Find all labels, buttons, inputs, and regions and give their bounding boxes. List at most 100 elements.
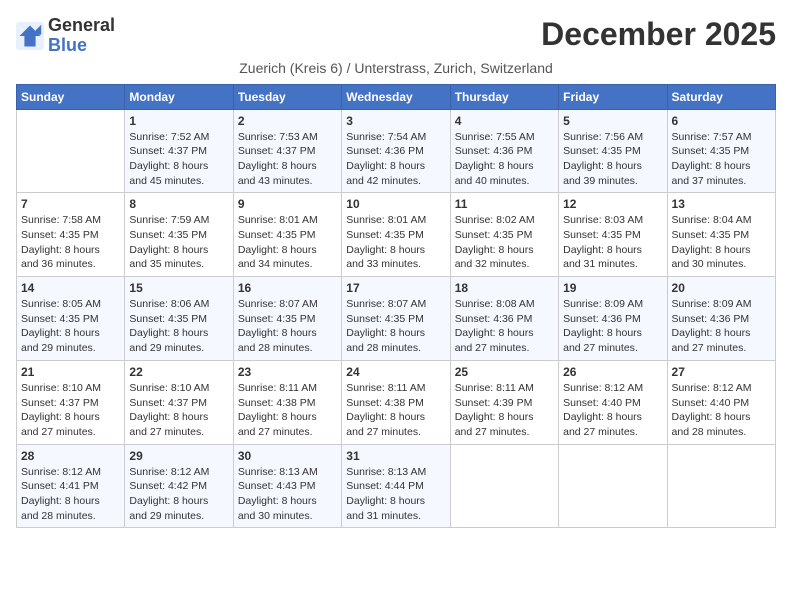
day-info-line: and 33 minutes. (346, 258, 421, 270)
day-info: Sunrise: 7:56 AMSunset: 4:35 PMDaylight:… (563, 130, 662, 189)
day-info: Sunrise: 8:09 AMSunset: 4:36 PMDaylight:… (672, 297, 771, 356)
day-number: 23 (238, 365, 337, 379)
logo-text: General Blue (48, 16, 115, 56)
calendar-cell (559, 444, 667, 528)
day-number: 6 (672, 114, 771, 128)
calendar-cell: 10Sunrise: 8:01 AMSunset: 4:35 PMDayligh… (342, 193, 450, 277)
week-row-4: 21Sunrise: 8:10 AMSunset: 4:37 PMDayligh… (17, 360, 776, 444)
day-number: 10 (346, 197, 445, 211)
day-info-line: Daylight: 8 hours (238, 495, 317, 507)
day-info: Sunrise: 8:09 AMSunset: 4:36 PMDaylight:… (563, 297, 662, 356)
day-info-line: Daylight: 8 hours (238, 160, 317, 172)
calendar-title: December 2025 (541, 16, 776, 53)
day-info-line: Sunrise: 8:12 AM (21, 466, 101, 478)
day-number: 25 (455, 365, 554, 379)
day-info-line: Sunrise: 8:08 AM (455, 298, 535, 310)
day-info-line: Daylight: 8 hours (563, 327, 642, 339)
day-info-line: Sunrise: 8:09 AM (672, 298, 752, 310)
day-info-line: and 28 minutes. (21, 510, 96, 522)
day-number: 8 (129, 197, 228, 211)
header: General Blue December 2025 (16, 16, 776, 56)
day-info-line: and 30 minutes. (238, 510, 313, 522)
day-info-line: Sunrise: 7:55 AM (455, 131, 535, 143)
day-info-line: and 27 minutes. (129, 426, 204, 438)
day-number: 31 (346, 449, 445, 463)
calendar-cell: 9Sunrise: 8:01 AMSunset: 4:35 PMDaylight… (233, 193, 341, 277)
day-info-line: Sunset: 4:41 PM (21, 480, 99, 492)
day-info: Sunrise: 8:11 AMSunset: 4:38 PMDaylight:… (346, 381, 445, 440)
day-number: 16 (238, 281, 337, 295)
calendar-cell: 7Sunrise: 7:58 AMSunset: 4:35 PMDaylight… (17, 193, 125, 277)
day-info-line: Sunset: 4:36 PM (563, 313, 641, 325)
day-number: 29 (129, 449, 228, 463)
calendar-cell: 31 Sunrise: 8:13 AMSunset: 4:44 PMDayligh… (342, 444, 450, 528)
day-number: 1 (129, 114, 228, 128)
day-number: 18 (455, 281, 554, 295)
day-info: Sunrise: 8:02 AMSunset: 4:35 PMDaylight:… (455, 213, 554, 272)
day-info-line: Sunrise: 7:56 AM (563, 131, 643, 143)
day-info-line: Sunrise: 8:03 AM (563, 214, 643, 226)
day-info-line: Sunrise: 8:01 AM (346, 214, 426, 226)
day-info: Sunrise: 8:11 AMSunset: 4:38 PMDaylight:… (238, 381, 337, 440)
day-info-line: and 27 minutes. (238, 426, 313, 438)
day-info-line: Daylight: 8 hours (455, 327, 534, 339)
day-info: Sunrise: 8:12 AMSunset: 4:42 PMDaylight:… (129, 465, 228, 524)
day-info: Sunrise: 8:07 AMSunset: 4:35 PMDaylight:… (238, 297, 337, 356)
day-info-line: and 28 minutes. (672, 426, 747, 438)
day-info-line: Sunrise: 8:12 AM (672, 382, 752, 394)
calendar-cell: 12Sunrise: 8:03 AMSunset: 4:35 PMDayligh… (559, 193, 667, 277)
day-info: Sunrise: 8:06 AMSunset: 4:35 PMDaylight:… (129, 297, 228, 356)
day-info-line: Sunrise: 8:13 AM (238, 466, 318, 478)
day-info: Sunrise: 7:58 AMSunset: 4:35 PMDaylight:… (21, 213, 120, 272)
day-info-line: Sunrise: 7:59 AM (129, 214, 209, 226)
day-info-line: Daylight: 8 hours (346, 411, 425, 423)
day-info-line: Daylight: 8 hours (21, 327, 100, 339)
day-number: 2 (238, 114, 337, 128)
day-info-line: Sunset: 4:35 PM (672, 229, 750, 241)
day-info-line: Daylight: 8 hours (672, 411, 751, 423)
day-info-line: Daylight: 8 hours (455, 160, 534, 172)
day-info-line: Daylight: 8 hours (129, 495, 208, 507)
day-info-line: Daylight: 8 hours (129, 327, 208, 339)
calendar-cell: 17Sunrise: 8:07 AMSunset: 4:35 PMDayligh… (342, 277, 450, 361)
calendar-cell: 19Sunrise: 8:09 AMSunset: 4:36 PMDayligh… (559, 277, 667, 361)
day-info: Sunrise: 8:13 AMSunset: 4:44 PMDaylight:… (346, 465, 445, 524)
day-info-line: and 27 minutes. (346, 426, 421, 438)
day-info-line: Sunrise: 7:57 AM (672, 131, 752, 143)
day-info: Sunrise: 8:07 AMSunset: 4:35 PMDaylight:… (346, 297, 445, 356)
day-info: Sunrise: 7:57 AMSunset: 4:35 PMDaylight:… (672, 130, 771, 189)
day-info-line: Sunrise: 8:01 AM (238, 214, 318, 226)
day-info-line: Sunset: 4:35 PM (238, 313, 316, 325)
day-info-line: Sunset: 4:40 PM (672, 397, 750, 409)
day-info-line: Sunset: 4:36 PM (455, 145, 533, 157)
day-info-line: Sunrise: 7:52 AM (129, 131, 209, 143)
day-number: 30 (238, 449, 337, 463)
day-number: 4 (455, 114, 554, 128)
day-number: 27 (672, 365, 771, 379)
day-info-line: and 31 minutes. (346, 510, 421, 522)
calendar-cell: 18 Sunrise: 8:08 AMSunset: 4:36 PMDayligh… (450, 277, 558, 361)
weekday-header-wednesday: Wednesday (342, 84, 450, 109)
day-info-line: Sunset: 4:35 PM (346, 229, 424, 241)
logo-icon (16, 22, 44, 50)
day-info-line: and 29 minutes. (129, 342, 204, 354)
day-info-line: Daylight: 8 hours (238, 411, 317, 423)
day-info: Sunrise: 8:08 AMSunset: 4:36 PMDaylight:… (455, 297, 554, 356)
weekday-header-tuesday: Tuesday (233, 84, 341, 109)
day-number: 9 (238, 197, 337, 211)
day-number: 21 (21, 365, 120, 379)
day-info-line: Daylight: 8 hours (238, 327, 317, 339)
calendar-cell: 4 Sunrise: 7:55 AM Sunset: 4:36 PM Daylight… (450, 109, 558, 193)
week-row-5: 28Sunrise: 8:12 AMSunset: 4:41 PMDayligh… (17, 444, 776, 528)
logo-general-text: General (48, 15, 115, 35)
calendar-cell: 5Sunrise: 7:56 AMSunset: 4:35 PMDaylight… (559, 109, 667, 193)
day-info-line: and 29 minutes. (129, 510, 204, 522)
day-info: Sunrise: 8:01 AMSunset: 4:35 PMDaylight:… (346, 213, 445, 272)
day-info-line: Sunset: 4:35 PM (21, 313, 99, 325)
day-info-line: and 29 minutes. (21, 342, 96, 354)
day-info-line: Sunset: 4:35 PM (238, 229, 316, 241)
day-info-line: and 28 minutes. (238, 342, 313, 354)
calendar-cell: 8Sunrise: 7:59 AMSunset: 4:35 PMDaylight… (125, 193, 233, 277)
day-number: 24 (346, 365, 445, 379)
day-info-line: Sunset: 4:35 PM (346, 313, 424, 325)
